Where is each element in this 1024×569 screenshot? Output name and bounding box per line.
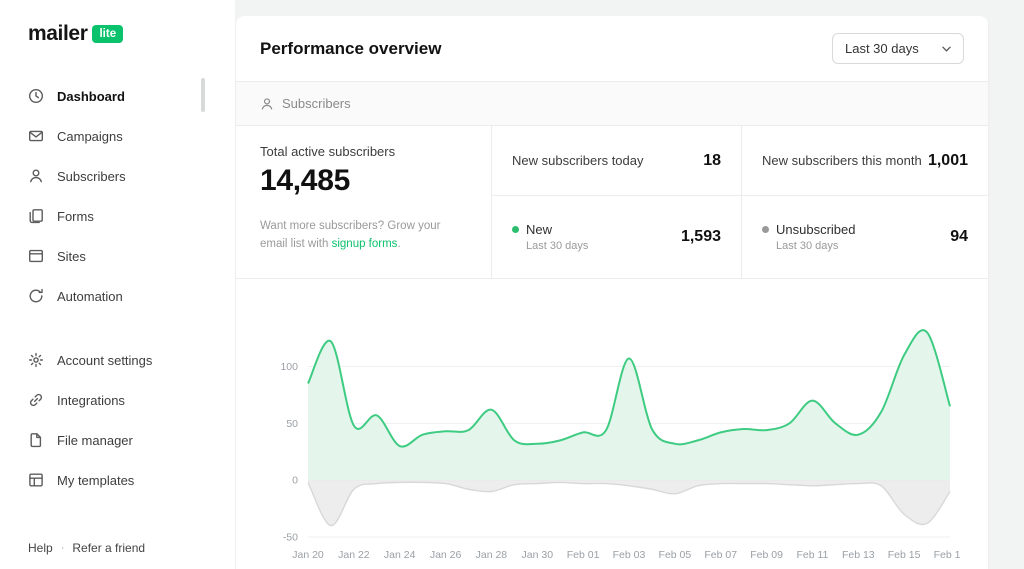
campaigns-icon <box>28 128 44 144</box>
main-area: Performance overview Last 30 days Subscr… <box>235 0 1024 569</box>
svg-text:Jan 20: Jan 20 <box>292 549 324 561</box>
sidebar-item-forms[interactable]: Forms <box>0 196 235 236</box>
forms-icon <box>28 208 44 224</box>
sidebar-item-label: Automation <box>57 288 123 304</box>
logo[interactable]: mailer lite <box>0 0 235 50</box>
svg-text:Feb 17: Feb 17 <box>934 549 960 561</box>
hint-suffix: . <box>397 237 401 250</box>
chart-section: 100 50 0 -50 Jan 20 Jan 22 Jan 24 Jan 26 Jan 28 J… <box>236 279 988 569</box>
new-today-value: 18 <box>703 151 721 169</box>
stat-sublabel: Last 30 days <box>776 240 839 252</box>
sidebar-item-label: Sites <box>57 248 86 264</box>
sidebar-item-automation[interactable]: Automation <box>0 276 235 316</box>
stat-new-this-month: New subscribers this month 1,001 <box>741 126 988 196</box>
sidebar-nav-main: Dashboard Campaigns Subscribers Forms Sites A… <box>0 76 235 316</box>
svg-text:Jan 28: Jan 28 <box>476 549 508 561</box>
sidebar-item-sites[interactable]: Sites <box>0 236 235 276</box>
sidebar-footer: Help · Refer a friend <box>28 541 145 555</box>
sidebar-item-file-manager[interactable]: File manager <box>0 420 235 460</box>
svg-text:50: 50 <box>286 418 298 430</box>
stat-label: New subscribers today <box>512 153 644 168</box>
date-range-value: Last 30 days <box>845 41 919 56</box>
sidebar-item-my-templates[interactable]: My templates <box>0 460 235 500</box>
sidebar-item-account-settings[interactable]: Account settings <box>0 340 235 380</box>
stat-total-active: Total active subscribers 14,485 Want mor… <box>236 126 491 278</box>
subscribers-icon <box>260 97 274 111</box>
total-active-value: 14,485 <box>260 164 350 197</box>
performance-card: Performance overview Last 30 days Subscr… <box>236 16 988 569</box>
svg-text:Jan 22: Jan 22 <box>338 549 370 561</box>
tab-label: Subscribers <box>282 96 351 111</box>
template-icon <box>28 472 44 488</box>
stat-new-30-days: New Last 30 days 1,593 <box>491 196 741 278</box>
sidebar: mailer lite Dashboard Campaigns Subscriber… <box>0 0 235 569</box>
svg-text:Feb 01: Feb 01 <box>567 549 600 561</box>
subscribers-area-chart: 100 50 0 -50 Jan 20 Jan 22 Jan 24 Jan 26 Jan 28 J… <box>280 329 966 561</box>
svg-text:Jan 24: Jan 24 <box>384 549 416 561</box>
svg-text:Feb 07: Feb 07 <box>704 549 737 561</box>
svg-text:Jan 30: Jan 30 <box>522 549 554 561</box>
stat-unsubscribed-30-days: Unsubscribed Last 30 days 94 <box>741 196 988 278</box>
date-range-select[interactable]: Last 30 days <box>832 33 964 64</box>
sidebar-item-label: Dashboard <box>57 88 125 104</box>
unsubscribed-dot <box>762 226 769 233</box>
sidebar-item-label: My templates <box>57 472 135 488</box>
new-dot <box>512 226 519 233</box>
svg-text:Feb 11: Feb 11 <box>796 549 828 561</box>
unsubscribed-30d-value: 94 <box>950 228 968 245</box>
chevron-down-icon <box>942 46 951 52</box>
refer-a-friend-link[interactable]: Refer a friend <box>72 541 145 555</box>
new-30d-value: 1,593 <box>680 228 721 245</box>
file-icon <box>28 432 44 448</box>
card-header: Performance overview Last 30 days <box>236 16 988 82</box>
svg-text:Jan 26: Jan 26 <box>430 549 462 561</box>
signup-forms-link[interactable]: signup forms <box>332 238 398 250</box>
stat-label: New <box>526 222 553 237</box>
dashboard-icon <box>28 88 44 104</box>
sidebar-nav-secondary: Account settings Integrations File manager… <box>0 340 235 500</box>
help-link[interactable]: Help <box>28 541 53 555</box>
sidebar-item-label: Forms <box>57 208 94 224</box>
svg-text:Feb 09: Feb 09 <box>750 549 783 561</box>
svg-text:-50: -50 <box>283 532 298 544</box>
sidebar-item-label: Campaigns <box>57 128 123 144</box>
sidebar-item-label: Subscribers <box>57 168 126 184</box>
sidebar-item-label: File manager <box>57 432 133 448</box>
stat-sublabel: Last 30 days <box>526 240 589 252</box>
stat-label: New subscribers this month <box>762 153 922 168</box>
page-title: Performance overview <box>260 38 442 58</box>
sidebar-item-subscribers[interactable]: Subscribers <box>0 156 235 196</box>
sidebar-item-integrations[interactable]: Integrations <box>0 380 235 420</box>
link-icon <box>28 392 44 408</box>
gear-icon <box>28 352 44 368</box>
svg-text:Feb 15: Feb 15 <box>888 549 921 561</box>
footer-separator: · <box>60 542 65 554</box>
stats-grid: Total active subscribers 14,485 Want mor… <box>236 126 988 279</box>
svg-text:100: 100 <box>280 361 298 373</box>
stat-new-today: New subscribers today 18 <box>491 126 741 196</box>
svg-text:0: 0 <box>292 475 298 487</box>
logo-badge: lite <box>92 24 124 44</box>
stat-label: Total active subscribers <box>260 144 396 159</box>
subscribers-icon <box>28 168 44 184</box>
stat-label: Unsubscribed <box>776 222 856 237</box>
tab-subscribers[interactable]: Subscribers <box>260 96 351 111</box>
svg-text:Feb 05: Feb 05 <box>659 549 692 561</box>
automation-icon <box>28 288 44 304</box>
new-month-value: 1,001 <box>927 151 968 169</box>
svg-text:Feb 03: Feb 03 <box>613 549 646 561</box>
sidebar-scrollbar[interactable] <box>201 78 205 112</box>
logo-text: mailer <box>28 22 88 45</box>
subscribers-hint: Want more subscribers? Grow your email l… <box>260 218 467 254</box>
sidebar-item-label: Account settings <box>57 352 153 368</box>
tab-bar: Subscribers <box>236 82 988 126</box>
svg-text:Feb 13: Feb 13 <box>842 549 875 561</box>
sidebar-item-dashboard[interactable]: Dashboard <box>0 76 235 116</box>
sidebar-item-label: Integrations <box>57 392 125 408</box>
sidebar-item-campaigns[interactable]: Campaigns <box>0 116 235 156</box>
sites-icon <box>28 248 44 264</box>
